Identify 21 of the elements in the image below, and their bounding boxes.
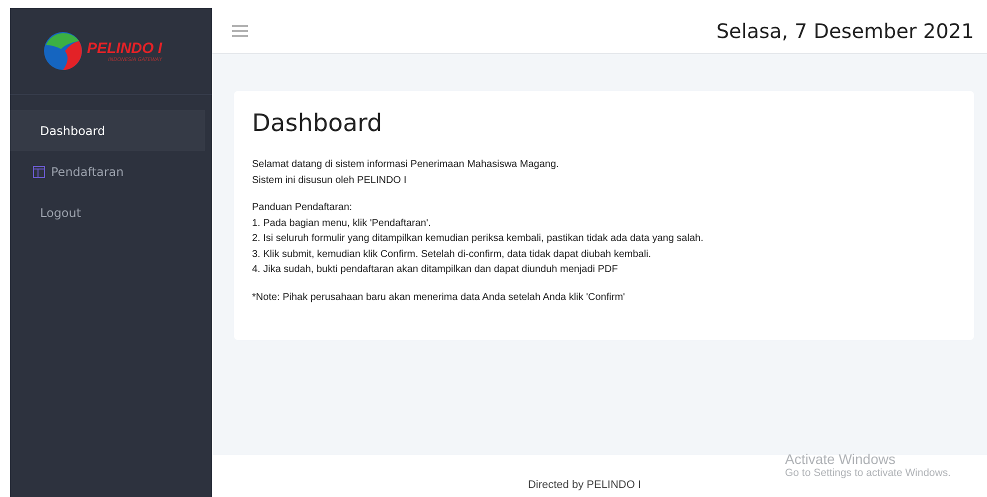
logo-name: PELINDO I [87,40,162,56]
sidebar-item[interactable]: Dashboard [10,110,205,151]
body-text: Selamat datang di sistem informasi Penerimaan Mahasiswa Magang. [252,158,560,172]
sidebar-item[interactable]: Logout [10,192,205,233]
menu-icon [232,24,248,36]
body-text: 3. Klik submit, kemudian klik Confirm. Setelah di-confirm, data tidak dapat diubah kembali. [252,248,652,262]
date-label: Selasa, 7 Desember 2021 [716,18,974,42]
body-text: 1. Pada bagian menu, klik 'Pendaftaran'. [252,216,432,230]
body-text: 4. Jika sudah, bukti pendaftaran akan ditampilkan dan dapat diunduh menjadi PDF [252,263,619,277]
activation-notice-text: Go to Settings to activate Windows. [785,467,951,479]
logo-icon [43,31,83,71]
page-title: Dashboard [252,109,384,137]
footer-text: Directed by PELINDO I [528,479,642,491]
body-text: *Note: Pihak perusahaan baru akan menerima data Anda setelah Anda klik 'Confirm' [252,290,626,304]
sidebar-item[interactable]: Pendaftaran [10,151,205,192]
body-text: Panduan Pendaftaran: [252,201,354,215]
activation-notice-title: Activate Windows [785,451,896,467]
menu-button[interactable] [232,24,248,36]
body-text: Sistem ini disusun oleh PELINDO I [252,174,408,188]
form-icon [33,166,45,178]
body-text: 2. Isi seluruh formulir yang ditampilkan kemudian periksa kembali, pastikan tidak ada data yang salah. [252,232,704,246]
